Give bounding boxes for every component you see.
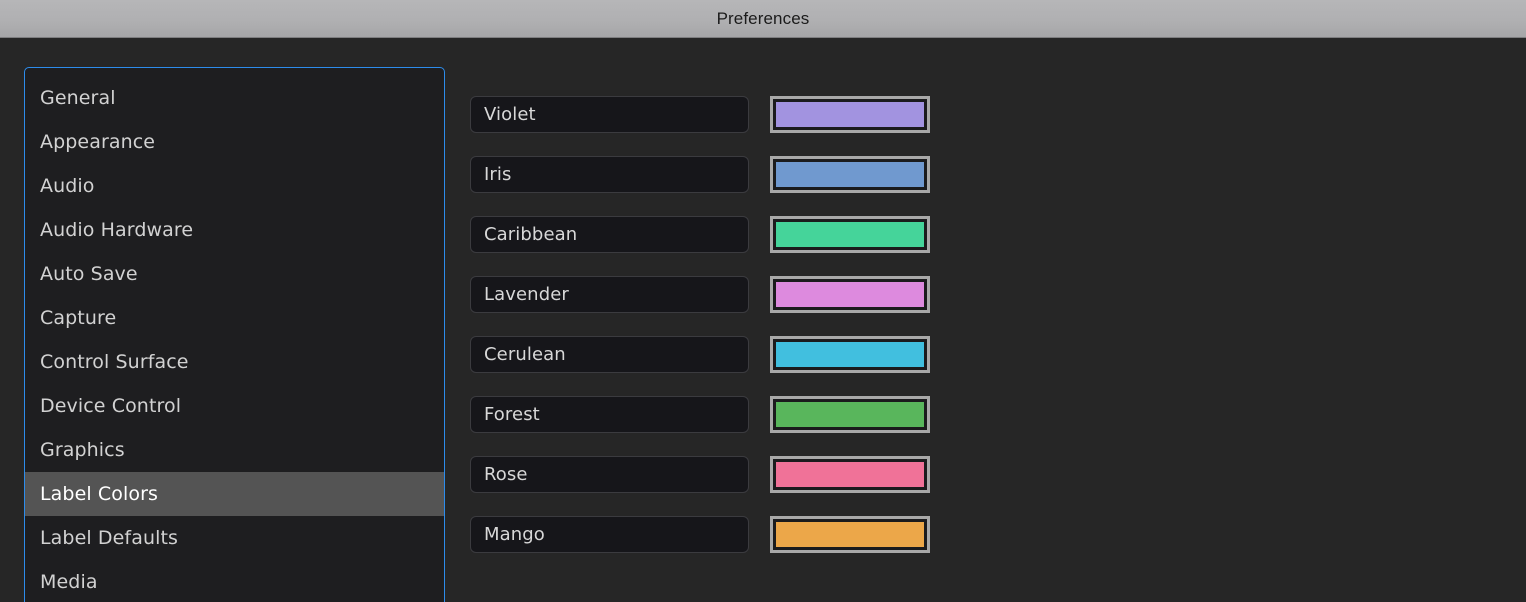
color-swatch-fill [776, 462, 924, 487]
sidebar-item-graphics[interactable]: Graphics [25, 428, 444, 472]
color-swatch-button[interactable] [770, 216, 930, 253]
sidebar-item-label: Capture [40, 307, 117, 329]
label-name-input[interactable]: Mango [470, 516, 749, 553]
label-name-value: Caribbean [484, 224, 578, 245]
sidebar-item-label: Appearance [40, 131, 156, 153]
sidebar-item-label-defaults[interactable]: Label Defaults [25, 516, 444, 560]
sidebar-item-label: Auto Save [40, 263, 138, 285]
sidebar-item-label: Graphics [40, 439, 125, 461]
label-name-value: Iris [484, 164, 512, 185]
color-swatch-button[interactable] [770, 516, 930, 553]
sidebar-item-capture[interactable]: Capture [25, 296, 444, 340]
color-swatch-fill [776, 522, 924, 547]
color-swatch-button[interactable] [770, 396, 930, 433]
sidebar-item-control-surface[interactable]: Control Surface [25, 340, 444, 384]
color-swatch-button[interactable] [770, 276, 930, 313]
sidebar-item-auto-save[interactable]: Auto Save [25, 252, 444, 296]
label-name-value: Violet [484, 104, 536, 125]
sidebar-item-label: Media [40, 571, 98, 593]
sidebar-item-device-control[interactable]: Device Control [25, 384, 444, 428]
preferences-content: General Appearance Audio Audio Hardware Auto… [0, 39, 1526, 602]
color-swatch-fill [776, 222, 924, 247]
sidebar-item-label-colors[interactable]: Label Colors [25, 472, 444, 516]
label-name-input[interactable]: Lavender [470, 276, 749, 313]
label-name-value: Lavender [484, 284, 569, 305]
color-swatch-fill [776, 342, 924, 367]
label-name-input[interactable]: Forest [470, 396, 749, 433]
color-swatch-button[interactable] [770, 336, 930, 373]
preferences-category-list[interactable]: General Appearance Audio Audio Hardware Auto… [24, 67, 445, 602]
sidebar-item-label: Control Surface [40, 351, 189, 373]
sidebar-item-audio-hardware[interactable]: Audio Hardware [25, 208, 444, 252]
label-name-value: Rose [484, 464, 528, 485]
sidebar-item-label: Audio [40, 175, 95, 197]
sidebar-item-label: Audio Hardware [40, 219, 194, 241]
color-swatch-button[interactable] [770, 96, 930, 133]
label-name-input[interactable]: Violet [470, 96, 749, 133]
sidebar-item-label: Label Colors [40, 483, 159, 505]
label-name-input[interactable]: Iris [470, 156, 749, 193]
sidebar-item-label: Label Defaults [40, 527, 179, 549]
sidebar-item-audio[interactable]: Audio [25, 164, 444, 208]
label-name-input[interactable]: Caribbean [470, 216, 749, 253]
sidebar-item-label: Device Control [40, 395, 182, 417]
color-swatch-button[interactable] [770, 456, 930, 493]
color-swatch-fill [776, 402, 924, 427]
preferences-window: Preferences General Appearance Audio Audio … [0, 0, 1526, 602]
sidebar-item-media[interactable]: Media [25, 560, 444, 602]
label-name-input[interactable]: Rose [470, 456, 749, 493]
window-titlebar: Preferences [0, 0, 1526, 38]
sidebar-item-label: General [40, 87, 116, 109]
sidebar-item-container: General Appearance Audio Audio Hardware Auto… [25, 68, 444, 602]
color-swatch-button[interactable] [770, 156, 930, 193]
window-title: Preferences [716, 8, 810, 28]
sidebar-item-general[interactable]: General [25, 76, 444, 120]
label-name-input[interactable]: Cerulean [470, 336, 749, 373]
color-swatch-fill [776, 282, 924, 307]
color-swatch-fill [776, 162, 924, 187]
label-name-value: Forest [484, 404, 540, 425]
color-swatch-fill [776, 102, 924, 127]
label-name-value: Mango [484, 524, 545, 545]
sidebar-item-appearance[interactable]: Appearance [25, 120, 444, 164]
label-name-value: Cerulean [484, 344, 566, 365]
